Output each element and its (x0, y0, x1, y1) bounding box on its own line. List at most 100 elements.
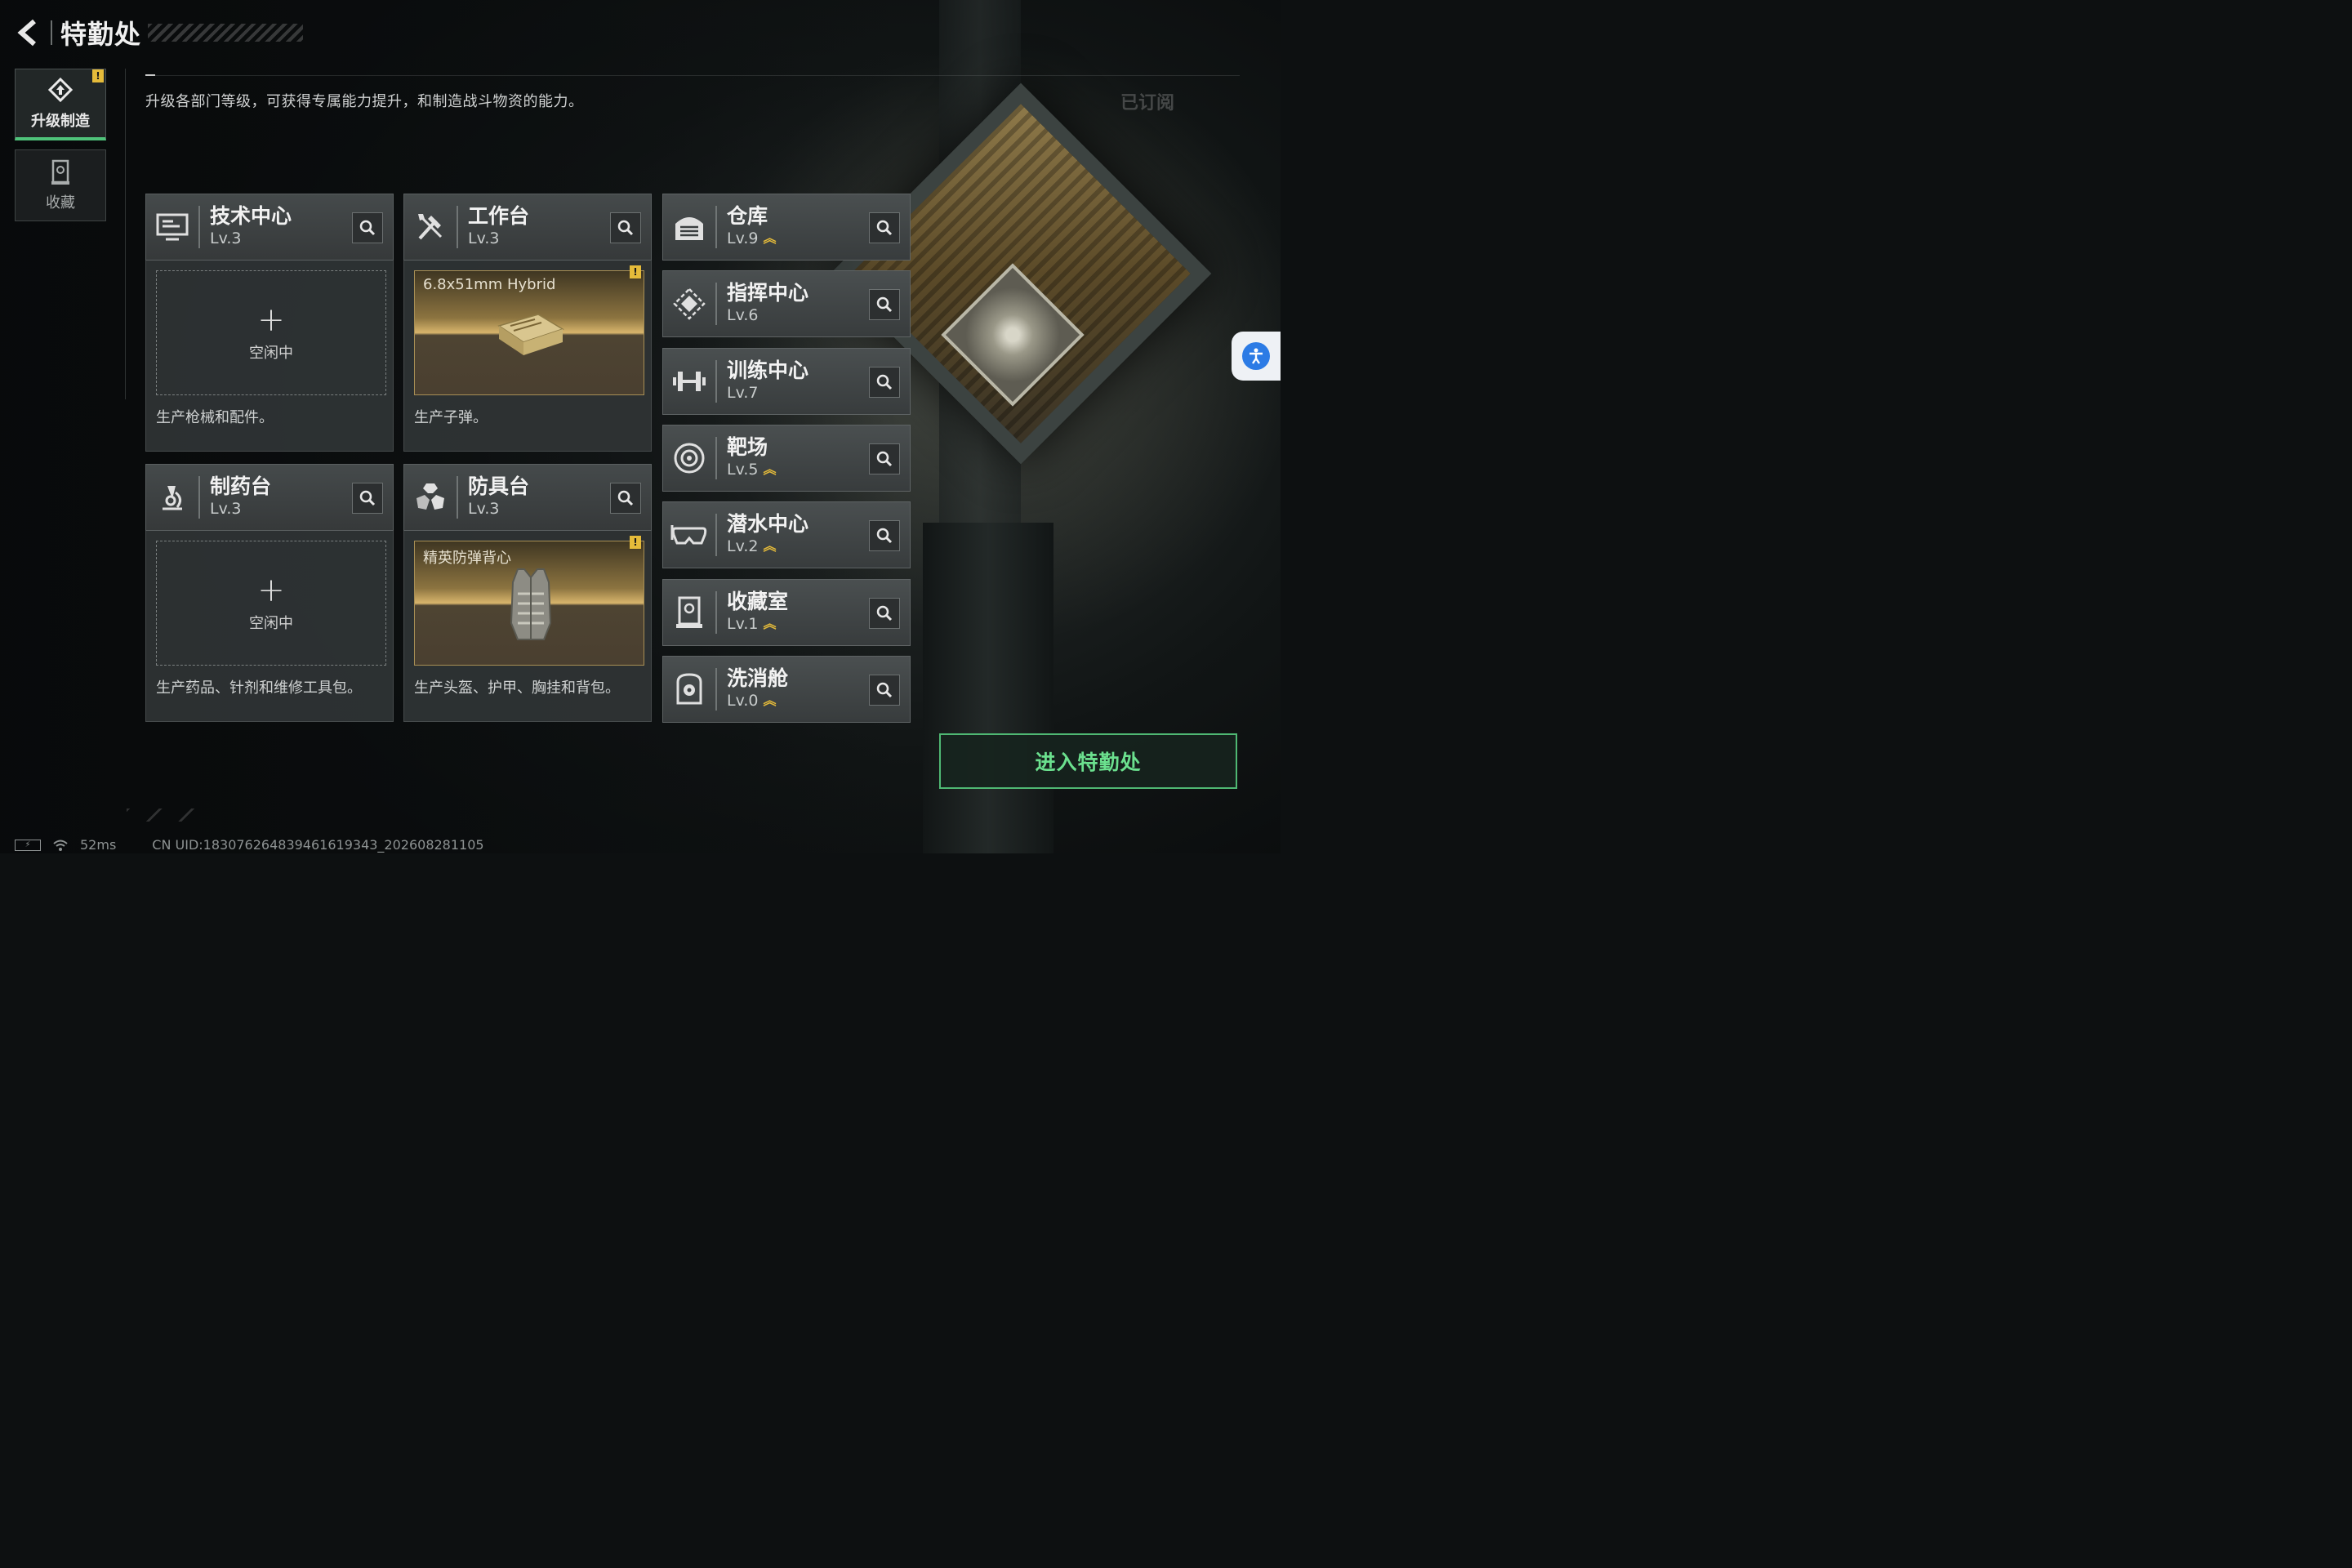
ammo-box-icon (497, 314, 564, 355)
command-icon (673, 287, 706, 320)
page-title: 特勤处 (60, 19, 142, 50)
back-button[interactable] (15, 16, 46, 49)
tab-upgrade-craft[interactable]: 升级制造 ! (15, 69, 106, 140)
workshop-description: 生产子弹。 (414, 409, 488, 426)
workshop-level: Lv.3 (468, 500, 500, 518)
facility-level: Lv.5 (727, 461, 759, 479)
production-slot-empty[interactable]: + 空闲中 (156, 541, 386, 666)
inspect-button[interactable] (352, 483, 383, 514)
search-icon (876, 374, 893, 390)
warehouse-icon (675, 217, 703, 240)
ping-label: 52ms (80, 837, 117, 853)
facility-level: Lv.2 (727, 537, 759, 555)
collection-icon (51, 159, 69, 185)
facility-name: 潜水中心 (727, 512, 809, 536)
body-armor-vest-icon (510, 568, 552, 640)
dumbbell-icon (673, 372, 706, 391)
facility-name: 指挥中心 (727, 281, 809, 305)
facility-name: 训练中心 (727, 359, 809, 382)
upgrade-icon (47, 77, 74, 102)
upgrade-available-icon: ︽ (763, 230, 777, 246)
facility-diving-center[interactable]: 潜水中心 Lv.2 ︽ (662, 501, 911, 568)
slot-status: 空闲中 (249, 344, 293, 362)
workshop-header[interactable]: 技术中心 Lv.3 (145, 194, 394, 261)
search-icon (876, 682, 893, 698)
workshop-card-armor-bench: 防具台 Lv.3 精英防弹背心 生产头盔、护甲、胸挂和背包。 ! (403, 464, 652, 722)
workshop-level: Lv.3 (468, 229, 500, 247)
alert-badge: ! (92, 69, 104, 82)
inspect-button[interactable] (869, 367, 900, 398)
accessibility-button[interactable] (1232, 332, 1281, 381)
workshop-name: 制药台 (210, 474, 272, 498)
slot-status: 空闲中 (249, 614, 293, 632)
inspect-button[interactable] (869, 520, 900, 551)
inspect-button[interactable] (869, 443, 900, 474)
facility-shooting-range[interactable]: 靶场 Lv.5 ︽ (662, 425, 911, 492)
diving-mask-icon (670, 525, 707, 545)
workshop-header[interactable]: 防具台 Lv.3 (403, 464, 652, 531)
upgrade-available-icon: ︽ (763, 616, 777, 631)
production-slot-item[interactable]: 精英防弹背心 (414, 541, 644, 666)
search-icon (617, 220, 634, 236)
microscope-icon (163, 486, 182, 510)
inspect-button[interactable] (610, 483, 641, 514)
workshop-header[interactable]: 制药台 Lv.3 (145, 464, 394, 531)
workshop-description: 生产枪械和配件。 (156, 409, 274, 426)
search-icon (359, 220, 376, 236)
enter-special-ops-button[interactable]: 进入特勤处 (939, 733, 1237, 789)
wifi-icon (53, 840, 68, 851)
facility-name: 洗消舱 (727, 666, 789, 690)
alert-badge: ! (630, 536, 641, 549)
tab-collection-label: 收藏 (46, 194, 75, 212)
workshop-name: 工作台 (468, 204, 530, 228)
workshop-description: 生产头盔、护甲、胸挂和背包。 (414, 679, 620, 697)
page-header: 特勤处 (15, 15, 304, 51)
search-icon (876, 451, 893, 467)
search-icon (876, 220, 893, 236)
workshop-header[interactable]: 工作台 Lv.3 (403, 194, 652, 261)
subscribed-label: 已订阅 (1120, 93, 1175, 114)
workshop-level: Lv.3 (210, 500, 242, 518)
facility-name: 靶场 (727, 435, 768, 459)
decontamination-icon (676, 673, 702, 705)
workshop-level: Lv.3 (210, 229, 242, 247)
production-slot-empty[interactable]: + 空闲中 (156, 270, 386, 395)
battery-icon: ⚡ (15, 839, 41, 851)
search-icon (617, 490, 634, 506)
facility-command-center[interactable]: 指挥中心 Lv.6 (662, 270, 911, 337)
search-icon (876, 528, 893, 544)
inspect-button[interactable] (869, 598, 900, 629)
facility-level: Lv.1 (727, 615, 759, 633)
search-icon (876, 605, 893, 621)
inspect-button[interactable] (869, 675, 900, 706)
production-slot-item[interactable]: 6.8x51mm Hybrid (414, 270, 644, 395)
tab-collection[interactable]: 收藏 (15, 149, 106, 221)
add-icon: + (257, 301, 285, 339)
search-icon (359, 490, 376, 506)
facility-decontamination-chamber[interactable]: 洗消舱 Lv.0 ︽ (662, 656, 911, 723)
facility-name: 收藏室 (727, 590, 789, 613)
header-decoration (148, 24, 304, 42)
add-icon: + (257, 571, 285, 609)
inspect-button[interactable] (352, 212, 383, 243)
workshop-card-tech-center: 技术中心 Lv.3 + 空闲中 生产枪械和配件。 (145, 194, 394, 452)
workshop-name: 技术中心 (210, 204, 292, 228)
facility-warehouse[interactable]: 仓库 Lv.9 ︽ (662, 194, 911, 261)
alert-badge: ! (630, 265, 641, 278)
uid-label: CN UID:18307626483946161934​3_2026082811… (152, 837, 484, 853)
item-name: 6.8x51mm Hybrid (423, 276, 556, 293)
facility-name: 仓库 (727, 204, 768, 228)
item-name: 精英防弹背心 (423, 550, 511, 567)
inspect-button[interactable] (610, 212, 641, 243)
inspect-button[interactable] (869, 212, 900, 243)
upgrade-available-icon: ︽ (763, 538, 777, 554)
facility-level: Lv.9 (727, 229, 759, 247)
workshop-name: 防具台 (468, 474, 530, 498)
target-icon (674, 443, 705, 474)
facility-collection-room[interactable]: 收藏室 Lv.1 ︽ (662, 579, 911, 646)
facility-training-center[interactable]: 训练中心 Lv.7 (662, 348, 911, 415)
inspect-button[interactable] (869, 289, 900, 320)
search-icon (876, 296, 893, 313)
facility-level: Lv.0 (727, 692, 759, 710)
facility-level: Lv.6 (727, 306, 759, 324)
